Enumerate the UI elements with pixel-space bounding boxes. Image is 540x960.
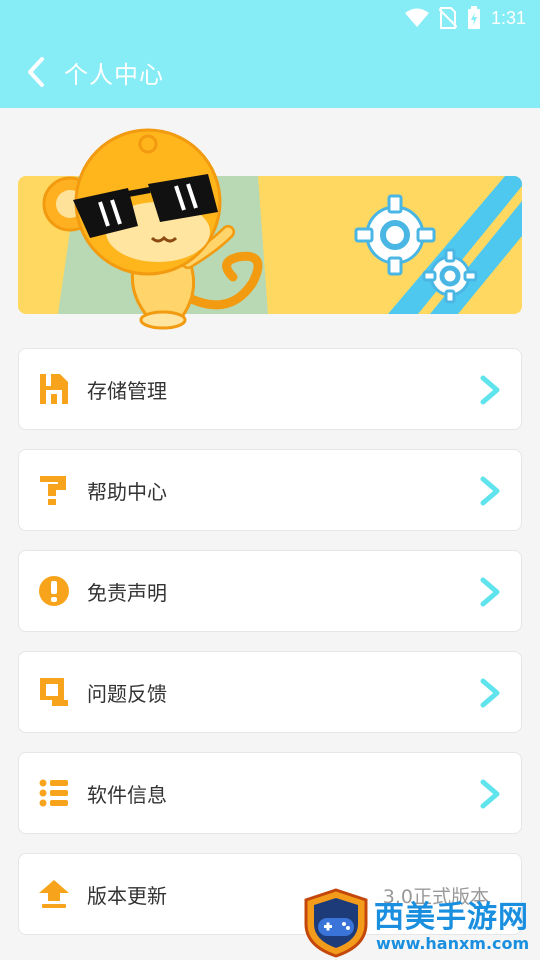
menu-item-storage[interactable]: 存储管理	[18, 348, 522, 430]
site-watermark: 西美手游网 www.hanxm.com	[302, 886, 540, 960]
profile-banner	[18, 118, 522, 330]
app-header: 1:31 个人中心	[0, 0, 540, 108]
watermark-text: 西美手游网	[374, 900, 529, 935]
disclaimer-icon	[37, 574, 71, 608]
chevron-left-icon	[28, 57, 44, 87]
back-button[interactable]	[16, 52, 56, 92]
page-title: 个人中心	[64, 60, 164, 89]
gamepad-shield-icon	[304, 888, 368, 958]
wifi-icon	[404, 8, 429, 27]
chevron-right-icon	[480, 476, 500, 506]
monkey-mascot	[42, 128, 263, 330]
menu-label: 软件信息	[87, 782, 167, 807]
info-list-icon	[37, 776, 71, 810]
menu-label: 版本更新	[87, 883, 167, 908]
menu-label: 存储管理	[87, 378, 167, 403]
help-icon	[37, 473, 71, 507]
chevron-right-icon	[480, 375, 500, 405]
menu-item-feedback[interactable]: 问题反馈	[18, 651, 522, 733]
menu-label: 帮助中心	[87, 479, 167, 504]
status-icons: 1:31	[404, 6, 526, 30]
chevron-right-icon	[480, 577, 500, 607]
storage-icon	[37, 372, 71, 406]
small-gear-icon	[422, 248, 478, 304]
status-time: 1:31	[490, 7, 526, 28]
battery-icon	[467, 6, 480, 29]
feedback-icon	[37, 675, 71, 709]
settings-menu: 存储管理 帮助中心 免责声明 问题反馈 软件信息 版本更新 3.0正式版本	[18, 348, 522, 954]
nav-bar: 个人中心	[0, 36, 540, 108]
menu-label: 问题反馈	[87, 681, 167, 706]
update-icon	[37, 877, 71, 911]
watermark-url: www.hanxm.com	[376, 934, 530, 953]
menu-item-help[interactable]: 帮助中心	[18, 449, 522, 531]
menu-item-disclaimer[interactable]: 免责声明	[18, 550, 522, 632]
no-sim-icon	[438, 7, 457, 29]
status-bar: 1:31	[0, 0, 540, 36]
chevron-right-icon	[480, 678, 500, 708]
menu-item-software-info[interactable]: 软件信息	[18, 752, 522, 834]
chevron-right-icon	[480, 779, 500, 809]
menu-label: 免责声明	[87, 580, 167, 605]
